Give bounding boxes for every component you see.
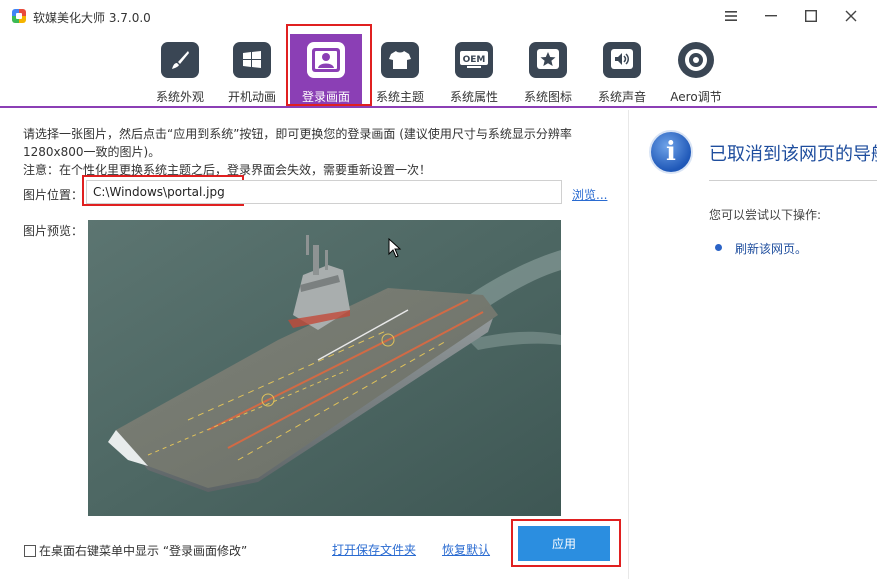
windows-logo-icon (233, 42, 271, 78)
tab-label: 系统图标 (523, 90, 572, 104)
tshirt-icon (381, 42, 419, 78)
tab-label: 登录画面 (301, 90, 350, 104)
preview-label: 图片预览： (23, 224, 84, 238)
window-title: 软媒美化大师 3.7.0.0 (33, 11, 151, 25)
tab-label: 开机动画 (227, 90, 276, 104)
context-menu-checkbox[interactable] (24, 544, 36, 557)
divider (709, 180, 877, 181)
checkbox-label: 在桌面右键菜单中显示 “登录画面修改” (39, 544, 248, 558)
nav-canceled-title: 已取消到该网页的导航 (709, 144, 877, 165)
brush-icon (161, 42, 199, 78)
oem-icon: OEM (455, 42, 493, 78)
tab-system-properties[interactable]: OEM 系统属性 (438, 34, 510, 106)
app-logo-icon (12, 9, 26, 23)
open-save-folder-link[interactable]: 打开保存文件夹 (332, 541, 416, 558)
main-toolbar: 系统外观 开机动画 登录画面 系统主题 OEM 系统属性 系统图标 系统声音 A… (0, 32, 877, 108)
restore-default-link[interactable]: 恢复默认 (442, 541, 490, 558)
refresh-page-link[interactable]: 刷新该网页。 (735, 240, 807, 257)
path-label: 图片位置： (23, 188, 84, 202)
star-icon (529, 42, 567, 78)
tab-aero-adjust[interactable]: Aero调节 (660, 34, 732, 106)
tab-boot-animation[interactable]: 开机动画 (216, 34, 288, 106)
notice-text: 注意：在个性化里更换系统主题之后，登录界面会失效，需要重新设置一次！ (23, 163, 432, 177)
tab-login-screen[interactable]: 登录画面 (290, 34, 362, 106)
aircraft-carrier-photo (88, 220, 561, 516)
user-portrait-icon (307, 42, 345, 78)
navigation-canceled-panel: i 已取消到该网页的导航 您可以尝试以下操作: 刷新该网页。 (628, 110, 877, 579)
browse-link[interactable]: 浏览... (572, 186, 607, 203)
tab-label: 系统属性 (449, 90, 498, 104)
minimize-icon[interactable] (751, 0, 791, 32)
tab-system-sound[interactable]: 系统声音 (586, 34, 658, 106)
image-path-input[interactable] (86, 180, 562, 204)
aero-target-icon (678, 42, 714, 78)
bullet-icon (715, 244, 722, 251)
oem-text: OEM (463, 55, 486, 65)
tab-label: Aero调节 (670, 90, 722, 104)
tab-system-icons[interactable]: 系统图标 (512, 34, 584, 106)
title-bar: 软媒美化大师 3.7.0.0 (0, 0, 877, 32)
tab-label: 系统外观 (155, 90, 204, 104)
info-icon: i (649, 130, 693, 174)
context-menu-checkbox-row[interactable]: 在桌面右键菜单中显示 “登录画面修改” (24, 542, 247, 559)
tab-label: 系统声音 (597, 90, 646, 104)
nav-canceled-subtitle: 您可以尝试以下操作: (709, 208, 822, 222)
apply-button[interactable]: 应用 (518, 526, 610, 561)
tab-label: 系统主题 (375, 90, 424, 104)
tab-system-appearance[interactable]: 系统外观 (144, 34, 216, 106)
description-line2: 1280x800一致的图片)。 (23, 145, 161, 159)
speaker-icon (603, 42, 641, 78)
maximize-icon[interactable] (791, 0, 831, 32)
close-icon[interactable] (831, 0, 871, 32)
tab-system-theme[interactable]: 系统主题 (364, 34, 436, 106)
instructions: 请选择一张图片，然后点击“应用到系统”按钮，即可更换您的登录画面 (建议使用尺寸… (23, 125, 623, 179)
hamburger-menu-icon[interactable] (711, 0, 751, 32)
description-line1: 请选择一张图片，然后点击“应用到系统”按钮，即可更换您的登录画面 (建议使用尺寸… (23, 127, 572, 141)
mouse-cursor-icon (388, 237, 402, 261)
